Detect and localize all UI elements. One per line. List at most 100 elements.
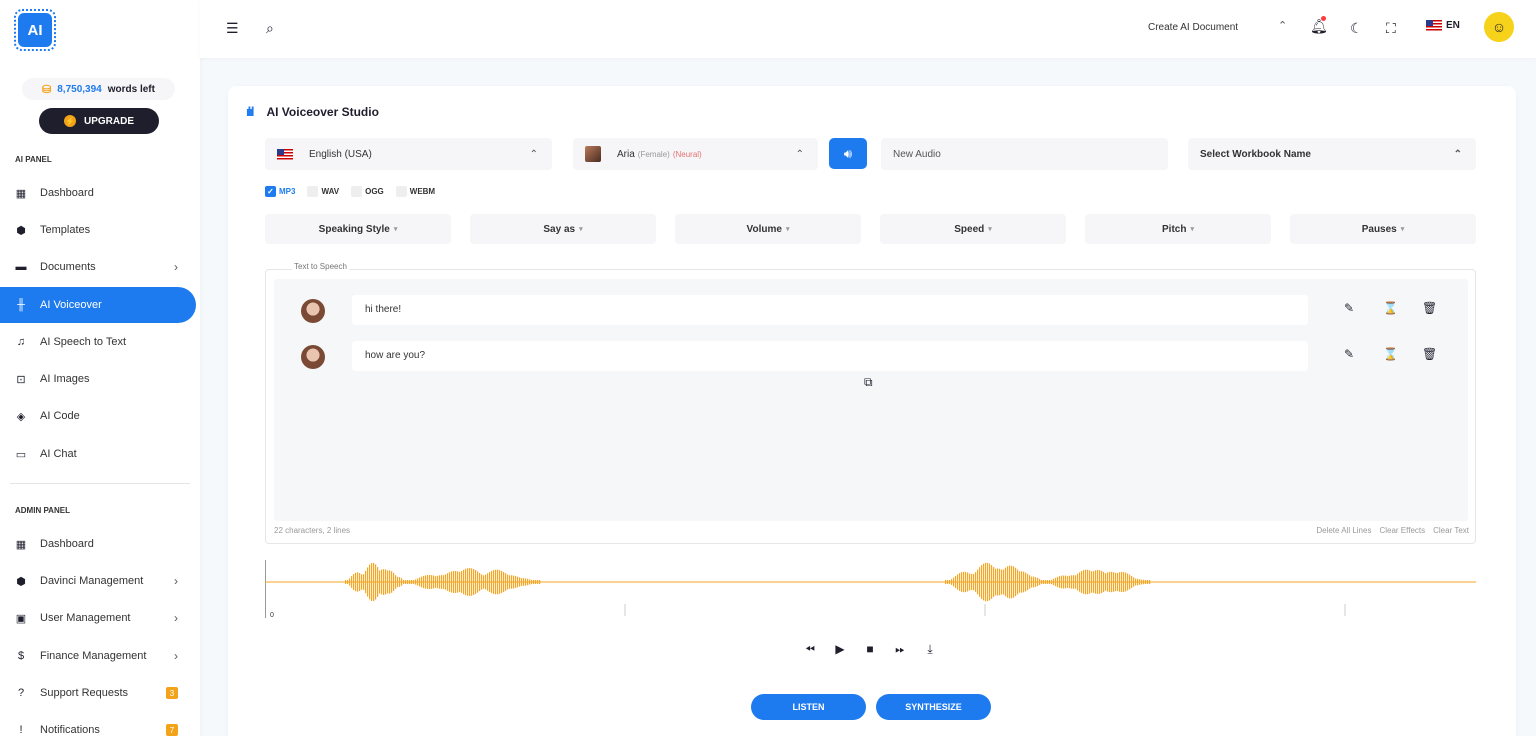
sidebar-item-ai-images[interactable]: ⊡ AI Images: [0, 361, 196, 397]
sidebar-item-ai-speech-to-text[interactable]: ♫ AI Speech to Text: [0, 324, 196, 360]
waveform-bar: [981, 565, 983, 599]
sidebar-item-label: Dashboard: [40, 538, 94, 550]
waveform-bar: [969, 573, 971, 591]
waveform-bar: [951, 579, 953, 585]
sidebar-item-admin-dashboard[interactable]: ▦ Dashboard: [0, 526, 196, 562]
waveform-bar: [957, 574, 959, 590]
preview-voice-button[interactable]: 🔊︎: [829, 138, 867, 169]
waveform-bar: [477, 571, 479, 593]
waveform-bar: [363, 574, 365, 590]
speaking-style-dropdown[interactable]: Speaking Style ▾: [265, 214, 451, 244]
sidebar-item-ai-voiceover[interactable]: ╫ AI Voiceover: [0, 287, 196, 323]
chevron-right-icon: ›: [174, 260, 178, 274]
waveform-bar: [503, 571, 505, 593]
play-icon[interactable]: ▶︎: [832, 642, 848, 657]
theme-moon-icon[interactable]: ☾: [1350, 20, 1363, 37]
search-icon[interactable]: ⌕: [266, 20, 274, 37]
format-wav-checkbox[interactable]: WAV: [307, 186, 339, 197]
waveform-bar: [1141, 579, 1143, 585]
sidebar-item-dashboard[interactable]: ▦ Dashboard: [0, 175, 196, 211]
format-mp3-checkbox[interactable]: ✓ MP3: [265, 186, 295, 197]
bell-icon[interactable]: 🔔︎: [1310, 18, 1328, 35]
pauses-dropdown[interactable]: Pauses ▾: [1290, 214, 1476, 244]
app-logo[interactable]: AI: [14, 9, 56, 51]
sidebar-item-support-requests[interactable]: ? Support Requests 3: [0, 675, 196, 711]
chevron-up-icon[interactable]: ⌃: [1278, 19, 1287, 32]
waveform-bar: [399, 577, 401, 587]
upgrade-button[interactable]: ⚡ UPGRADE: [39, 108, 159, 134]
say-as-dropdown[interactable]: Say as ▾: [470, 214, 656, 244]
menu-toggle-icon[interactable]: ☰: [226, 20, 239, 37]
waveform-bar: [513, 575, 515, 589]
waveform-bar: [495, 569, 497, 595]
waveform-bar: [359, 572, 361, 592]
sidebar-item-davinci-management[interactable]: ⬢ Davinci Management ›: [0, 563, 196, 599]
chat-icon: ▭: [15, 448, 27, 461]
waveform-bar: [1015, 567, 1017, 597]
create-document-link[interactable]: Create AI Document: [1148, 22, 1238, 33]
sidebar-item-finance-management[interactable]: $ Finance Management ›: [0, 638, 196, 674]
clear-effects-icon[interactable]: ⌛: [1383, 347, 1398, 361]
clear-effects-icon[interactable]: ⌛: [1383, 301, 1398, 315]
rewind-icon[interactable]: ⏪︎: [802, 642, 818, 657]
format-ogg-checkbox[interactable]: OGG: [351, 186, 384, 197]
sidebar-item-notifications[interactable]: ! Notifications 7: [0, 712, 196, 736]
waveform-bar: [355, 572, 357, 592]
synthesize-button[interactable]: SYNTHESIZE: [876, 694, 991, 720]
waveform-bar: [413, 580, 415, 584]
fullscreen-icon[interactable]: ⛶: [1386, 20, 1396, 37]
waveform-bar: [395, 575, 397, 589]
fast-forward-icon[interactable]: ⏩︎: [892, 642, 908, 657]
volume-dropdown[interactable]: Volume ▾: [675, 214, 861, 244]
user-avatar[interactable]: ☺: [1484, 12, 1514, 42]
waveform-bar: [351, 576, 353, 588]
format-options: ✓ MP3 WAV OGG WEBM: [265, 186, 435, 197]
waveform-bar: [1069, 575, 1071, 589]
waveform-bar: [493, 570, 495, 594]
waveform-bar: [491, 570, 493, 594]
waveform-bar: [1097, 570, 1099, 594]
voice-select[interactable]: Aria (Female) (Neural) ⌃: [573, 138, 818, 170]
language-code: EN: [1446, 20, 1460, 31]
add-line-icon[interactable]: ⧉: [864, 375, 873, 390]
line-text-input[interactable]: hi there!: [352, 295, 1308, 325]
line-text-input[interactable]: how are you?: [352, 341, 1308, 371]
sidebar-item-user-management[interactable]: ▣ User Management ›: [0, 600, 196, 636]
listen-button[interactable]: LISTEN: [751, 694, 866, 720]
waveform-bar: [419, 577, 421, 587]
user-badge-icon: ▣: [15, 612, 27, 625]
workbook-select[interactable]: Select Workbook Name ⌃: [1188, 138, 1476, 170]
trash-icon[interactable]: 🗑︎: [1422, 347, 1437, 361]
edit-effect-icon[interactable]: ✎: [1344, 301, 1354, 315]
waveform-bar: [985, 562, 987, 602]
pitch-dropdown[interactable]: Pitch ▾: [1085, 214, 1271, 244]
clear-text-link[interactable]: Clear Text: [1433, 526, 1469, 535]
download-icon[interactable]: ⤓: [922, 642, 938, 657]
voice-avatar[interactable]: [301, 299, 325, 323]
sidebar-item-documents[interactable]: ▬ Documents ›: [0, 249, 196, 285]
waveform-bar: [1099, 570, 1101, 594]
audio-name-input[interactable]: New Audio: [881, 138, 1168, 170]
delete-all-lines-link[interactable]: Delete All Lines: [1316, 526, 1371, 535]
format-webm-checkbox[interactable]: WEBM: [395, 186, 435, 197]
sidebar-item-ai-code[interactable]: ◈ AI Code: [0, 398, 196, 434]
waveform-bar: [1091, 571, 1093, 593]
voice-avatar[interactable]: [301, 345, 325, 369]
language-selector[interactable]: EN: [1426, 20, 1460, 31]
trash-icon[interactable]: 🗑︎: [1422, 301, 1437, 315]
sidebar-item-label: AI Chat: [40, 448, 77, 460]
sidebar-item-ai-chat[interactable]: ▭ AI Chat: [0, 436, 196, 472]
waveform-bar: [509, 575, 511, 589]
language-value: English (USA): [309, 148, 372, 160]
speed-dropdown[interactable]: Speed ▾: [880, 214, 1066, 244]
clear-effects-link[interactable]: Clear Effects: [1379, 526, 1425, 535]
audio-waveform[interactable]: 0: [264, 560, 1476, 624]
waveform-bar: [1121, 571, 1123, 593]
language-select[interactable]: English (USA) ⌃: [265, 138, 552, 170]
stop-icon[interactable]: ■: [862, 642, 878, 657]
waveform-bar: [427, 575, 429, 589]
waveform-bar: [971, 574, 973, 590]
edit-effect-icon[interactable]: ✎: [1344, 347, 1354, 361]
sidebar-item-templates[interactable]: ⬢ Templates: [0, 212, 196, 248]
waveform-bar: [1087, 569, 1089, 595]
